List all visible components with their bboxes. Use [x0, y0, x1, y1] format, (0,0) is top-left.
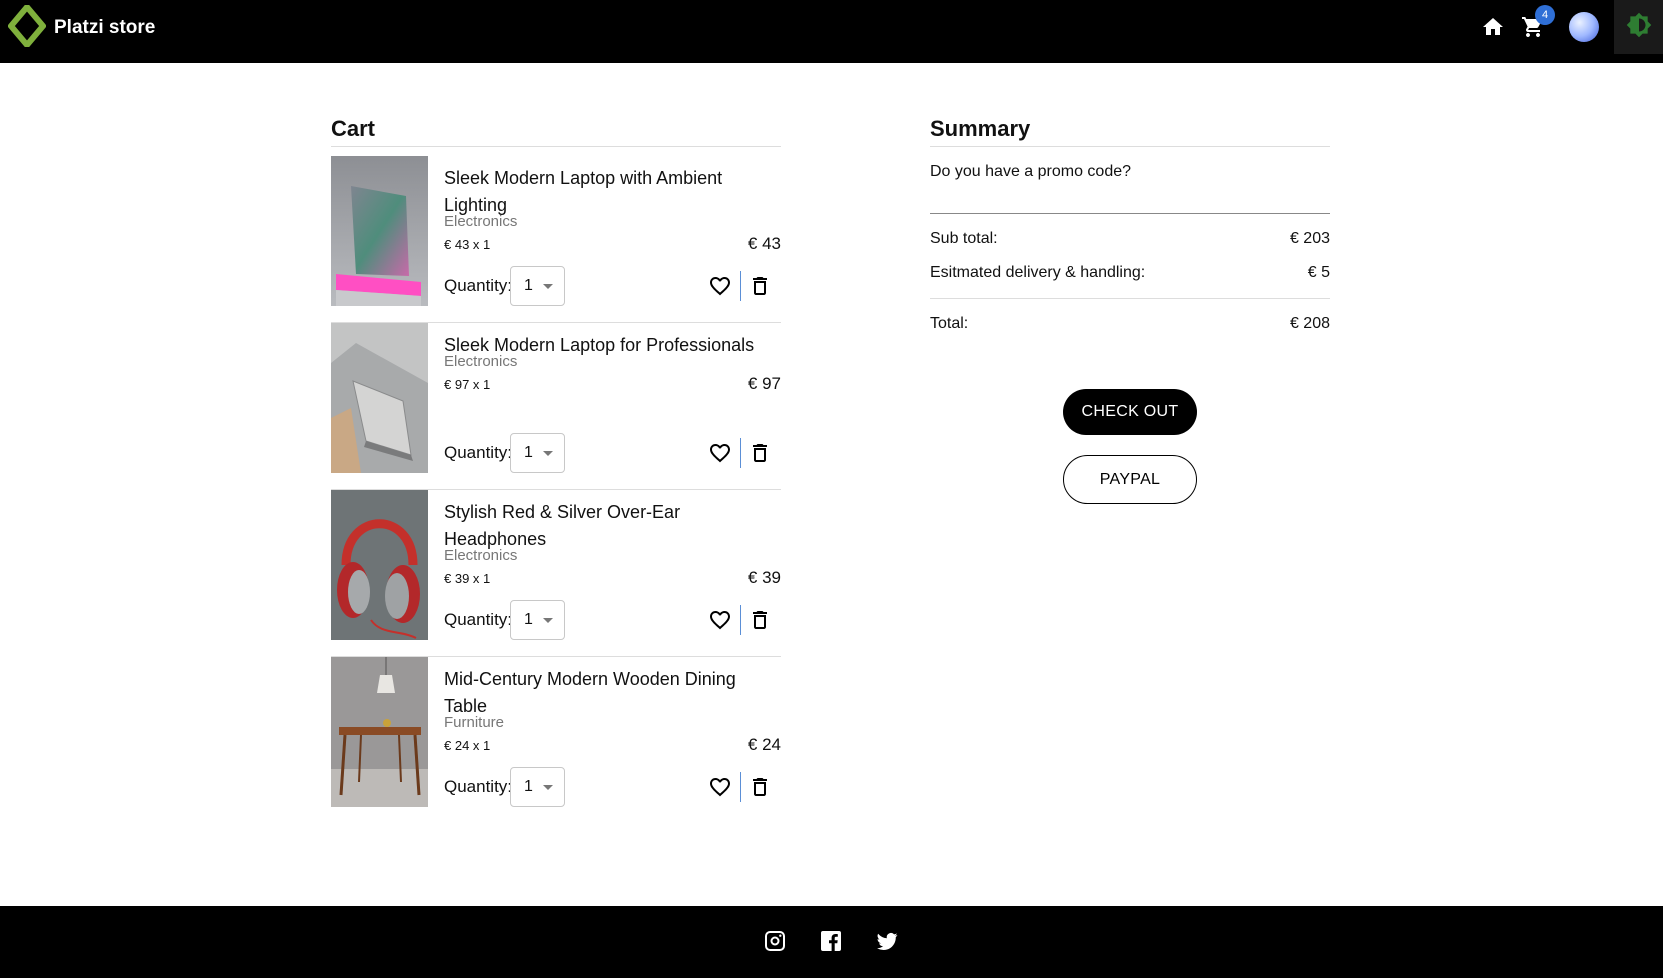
divider: [740, 605, 741, 635]
quantity-select[interactable]: 1: [510, 767, 565, 807]
line-total: € 39: [747, 568, 781, 587]
quantity-value: 1: [524, 611, 533, 628]
delivery-row: Esitmated delivery & handling: € 5: [930, 264, 1330, 282]
cart-item: Sleek Modern Laptop with Ambient Lightin…: [331, 156, 781, 323]
product-name[interactable]: Stylish Red & Silver Over-Ear Headphones: [444, 499, 764, 553]
heart-outline-icon: [710, 778, 730, 797]
delete-button[interactable]: [747, 607, 773, 633]
favorite-button[interactable]: [707, 273, 733, 299]
product-category: Furniture: [444, 714, 505, 731]
product-category: Electronics: [444, 213, 518, 230]
product-image: [331, 156, 428, 306]
product-image: [331, 657, 428, 807]
trash-icon: [753, 277, 767, 295]
instagram-icon[interactable]: [762, 928, 788, 954]
dropdown-arrow-icon: [543, 451, 553, 456]
total-value: € 208: [1289, 315, 1330, 332]
unit-price: € 39 x 1: [444, 571, 491, 586]
unit-price: € 97 x 1: [444, 377, 491, 392]
divider: [930, 146, 1330, 147]
line-total: € 97: [747, 374, 781, 393]
line-total: € 24: [747, 735, 781, 754]
heart-outline-icon: [710, 277, 730, 296]
quantity-value: 1: [524, 277, 533, 294]
quantity-label: Quantity:: [444, 610, 513, 629]
product-category: Electronics: [444, 353, 518, 370]
delete-button[interactable]: [747, 273, 773, 299]
footer: [0, 906, 1663, 978]
divider: [740, 772, 741, 802]
top-navbar: Platzi store 4: [0, 0, 1663, 63]
theme-toggle-button[interactable]: [1614, 0, 1663, 54]
divider: [740, 438, 741, 468]
dropdown-arrow-icon: [543, 618, 553, 623]
subtotal-label: Sub total:: [930, 230, 998, 247]
home-icon[interactable]: [1478, 12, 1508, 42]
trash-icon: [753, 444, 767, 462]
cart-item: Mid-Century Modern Wooden Dining Table F…: [331, 657, 781, 824]
brand-name: Platzi store: [54, 17, 156, 38]
total-row: Total: € 208: [930, 315, 1330, 333]
favorite-button[interactable]: [707, 440, 733, 466]
delete-button[interactable]: [747, 440, 773, 466]
unit-price: € 43 x 1: [444, 237, 491, 252]
checkout-button[interactable]: CHECK OUT: [1063, 389, 1197, 435]
summary-title: Summary: [930, 116, 1031, 141]
cart-count-badge: 4: [1535, 5, 1555, 25]
subtotal-value: € 203: [1289, 230, 1330, 247]
dropdown-arrow-icon: [543, 284, 553, 289]
delete-button[interactable]: [747, 774, 773, 800]
brand-link[interactable]: Platzi store: [8, 3, 156, 52]
divider: [740, 271, 741, 301]
product-category: Electronics: [444, 547, 518, 564]
product-name[interactable]: Sleek Modern Laptop with Ambient Lightin…: [444, 165, 764, 219]
product-image: [331, 490, 428, 640]
product-image: [331, 323, 428, 473]
trash-icon: [753, 611, 767, 629]
quantity-select[interactable]: 1: [510, 266, 565, 306]
twitter-icon[interactable]: [874, 928, 900, 954]
quantity-value: 1: [524, 444, 533, 461]
favorite-button[interactable]: [707, 774, 733, 800]
heart-outline-icon: [710, 444, 730, 463]
promo-code-input[interactable]: [930, 185, 1330, 214]
quantity-select[interactable]: 1: [510, 433, 565, 473]
quantity-label: Quantity:: [444, 443, 513, 462]
heart-outline-icon: [710, 611, 730, 630]
brightness-icon: [1626, 12, 1652, 43]
favorite-button[interactable]: [707, 607, 733, 633]
platzi-logo-icon: [8, 3, 46, 52]
quantity-select[interactable]: 1: [510, 600, 565, 640]
quantity-label: Quantity:: [444, 777, 513, 796]
paypal-button[interactable]: PAYPAL: [1063, 455, 1197, 504]
cart-item: Stylish Red & Silver Over-Ear Headphones…: [331, 490, 781, 657]
cart-title: Cart: [331, 116, 376, 141]
total-label: Total:: [930, 315, 969, 332]
trash-icon: [753, 778, 767, 796]
subtotal-row: Sub total: € 203: [930, 230, 1330, 248]
promo-label: Do you have a promo code?: [930, 163, 1132, 180]
quantity-value: 1: [524, 778, 533, 795]
delivery-label: Esitmated delivery & handling:: [930, 264, 1146, 281]
divider: [331, 146, 781, 147]
unit-price: € 24 x 1: [444, 738, 491, 753]
line-total: € 43: [747, 234, 781, 253]
quantity-label: Quantity:: [444, 276, 513, 295]
cart-item: Sleek Modern Laptop for Professionals El…: [331, 323, 781, 490]
product-name[interactable]: Mid-Century Modern Wooden Dining Table: [444, 666, 764, 720]
avatar[interactable]: [1569, 12, 1599, 42]
dropdown-arrow-icon: [543, 785, 553, 790]
facebook-icon[interactable]: [818, 928, 844, 954]
delivery-value: € 5: [1307, 264, 1330, 281]
divider: [930, 298, 1330, 299]
